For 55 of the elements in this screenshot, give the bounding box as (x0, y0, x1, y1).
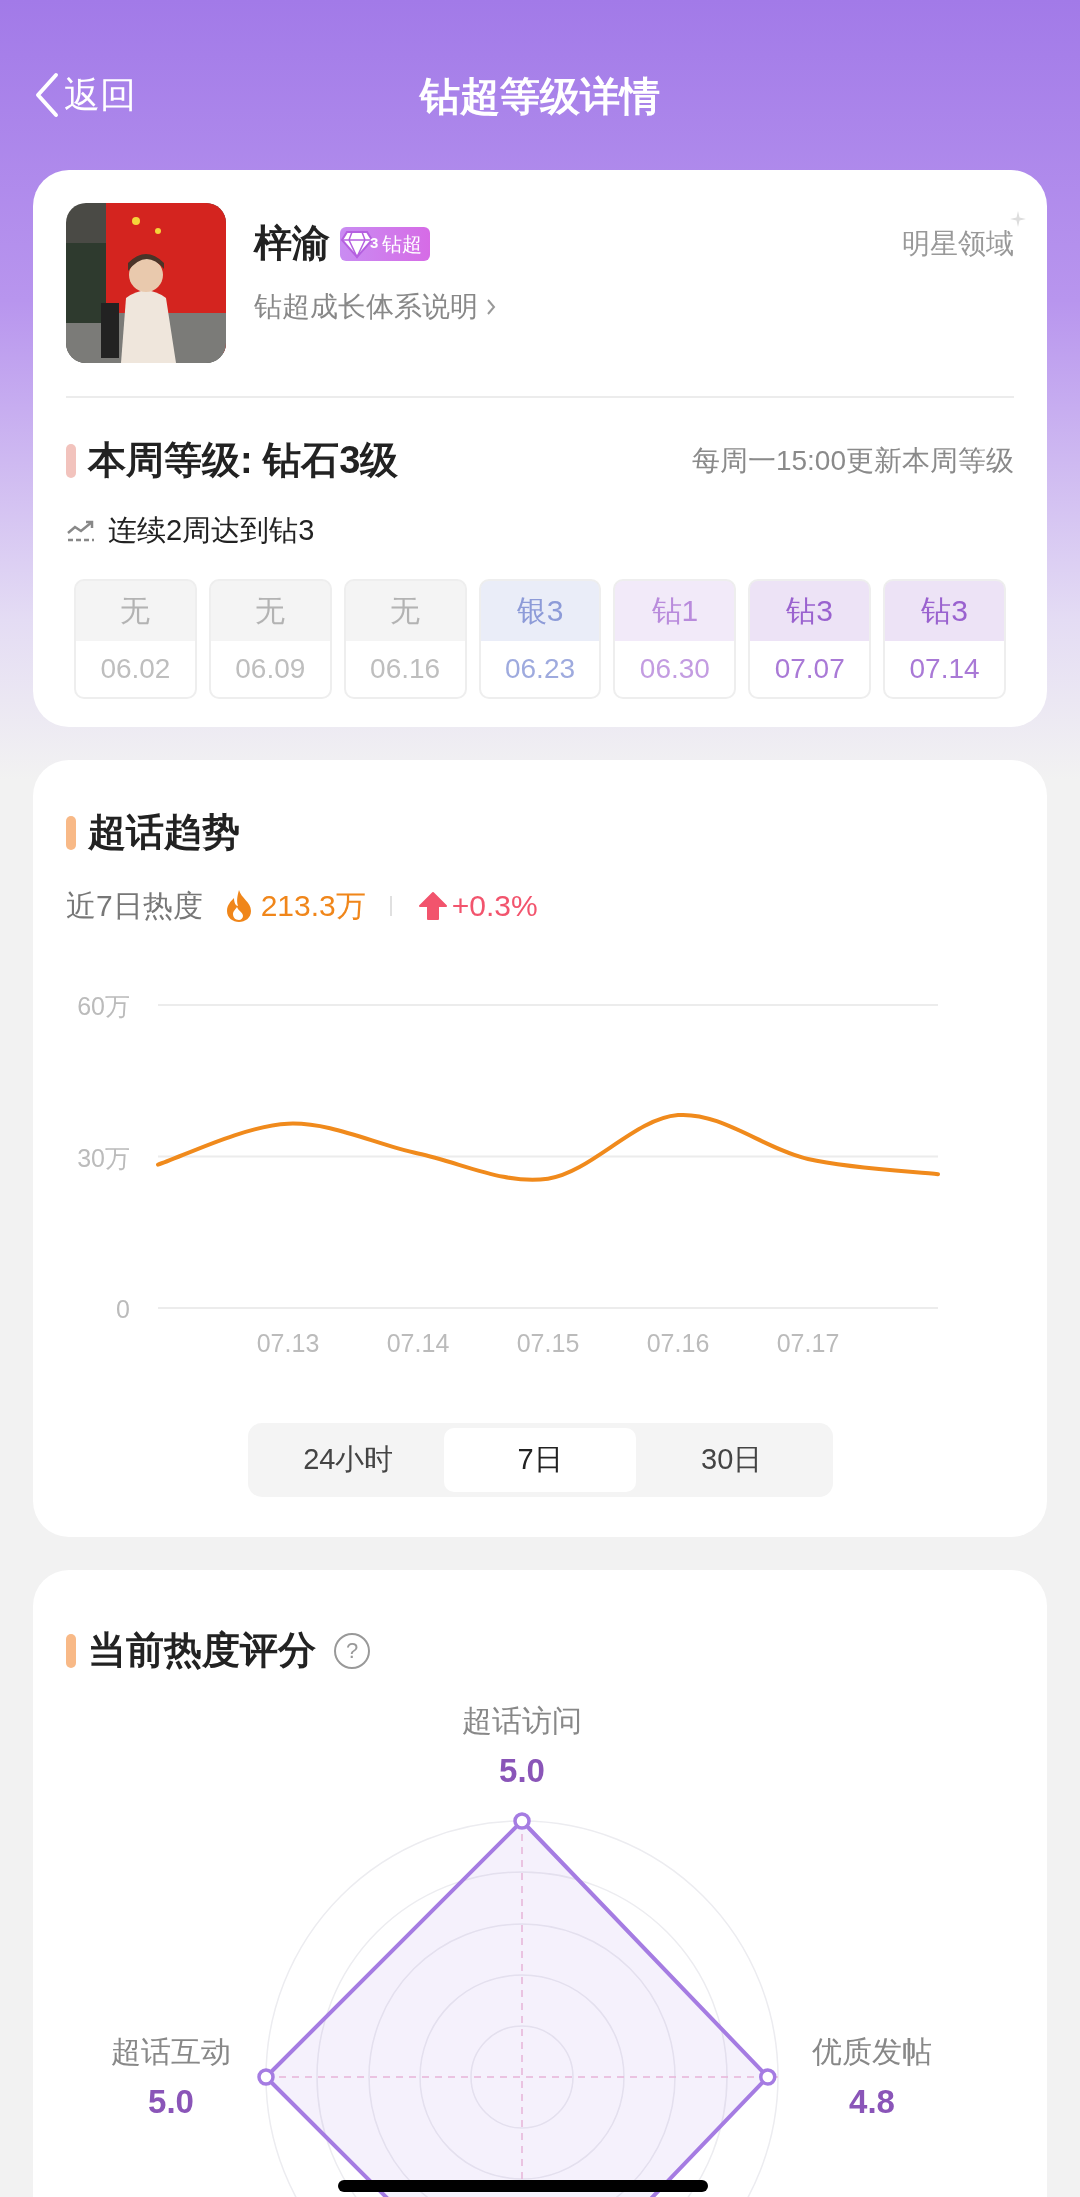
score-title: 当前热度评分 (88, 1628, 316, 1673)
dimension-score: 4.8 (849, 2082, 895, 2122)
badge-label: 钻超 (382, 231, 423, 257)
dimension-score: 5.0 (148, 2082, 194, 2122)
x-axis-label: 07.15 (516, 1329, 580, 1357)
weekly-level-title: 本周等级: 钻石3级 (88, 438, 399, 483)
week-level: 无 (390, 593, 421, 629)
accent-bar (66, 1633, 76, 1668)
domain-label: 明星领域 (902, 228, 1014, 259)
user-name: 梓渝 (254, 221, 330, 266)
y-axis-label: 0 (116, 1295, 130, 1323)
week-date: 07.07 (774, 651, 845, 686)
chevron-right-icon (486, 298, 496, 316)
week-level: 钻3 (921, 593, 968, 629)
trend-icon (66, 518, 96, 543)
dimension-label: 超话互动 (111, 2034, 231, 2070)
growth-system-link[interactable]: 钻超成长体系说明 (254, 286, 902, 328)
badge-level: 3 (370, 233, 379, 254)
dimension-label: 超话访问 (462, 1703, 582, 1739)
week-level: 无 (255, 593, 286, 629)
dimension-score: 5.0 (499, 1751, 545, 1791)
week-date: 06.16 (370, 651, 441, 686)
x-axis-label: 07.16 (646, 1329, 710, 1357)
update-note: 每周一15:00更新本周等级 (691, 443, 1014, 478)
x-axis-label: 07.14 (386, 1329, 450, 1357)
flame-icon (224, 888, 253, 923)
week-date: 06.02 (100, 651, 171, 686)
week-level: 钻3 (786, 593, 834, 629)
dimension-label: 优质发帖 (812, 2034, 932, 2070)
accent-bar (66, 815, 76, 850)
change-value: +0.3% (451, 888, 538, 924)
accent-bar (66, 443, 76, 478)
week-level: 无 (120, 593, 151, 629)
week-date: 06.09 (235, 651, 306, 686)
heat-value: 213.3万 (260, 888, 366, 924)
range-tab[interactable]: 7日 (444, 1428, 636, 1492)
score-point (257, 2068, 275, 2086)
back-icon (34, 72, 60, 118)
week-date: 07.14 (909, 651, 980, 686)
up-arrow-icon (417, 890, 448, 921)
streak-text: 连续2周达到钻3 (108, 513, 315, 548)
y-axis-label: 30万 (77, 1143, 130, 1172)
week-date: 06.23 (504, 651, 576, 686)
week-level: 银3 (516, 593, 564, 629)
page-title: 钻超等级详情 (420, 73, 660, 120)
score-point (759, 2068, 777, 2086)
y-axis-label: 60万 (77, 992, 130, 1020)
x-axis-label: 07.17 (776, 1329, 840, 1357)
x-axis-label: 07.13 (256, 1329, 320, 1357)
trend-title: 超话趋势 (88, 810, 240, 855)
heat-label: 近7日热度 (66, 888, 203, 924)
score-point (513, 1812, 531, 1830)
sparkle-icon (1010, 211, 1026, 227)
week-date: 06.30 (639, 651, 710, 686)
week-level: 钻1 (651, 593, 699, 629)
